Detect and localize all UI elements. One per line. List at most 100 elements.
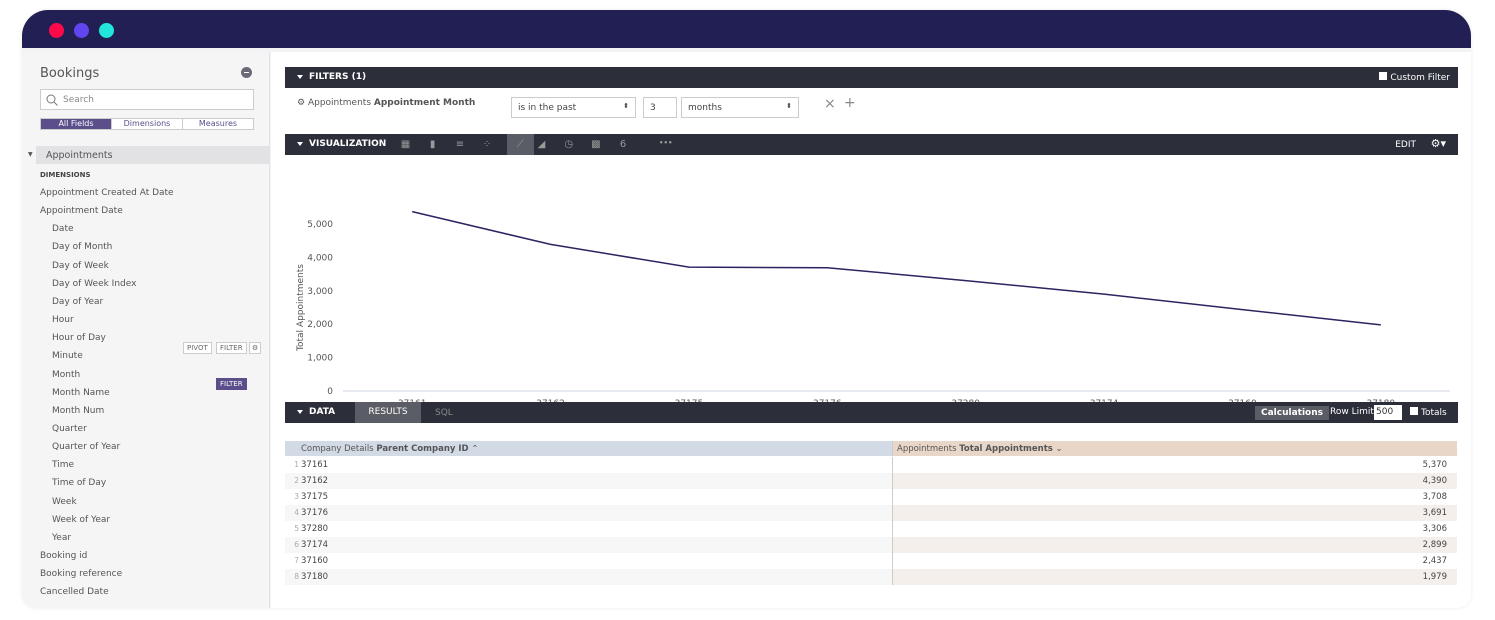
field-item[interactable]: Quarter	[52, 424, 87, 434]
tab-all-fields[interactable]: All Fields	[41, 119, 112, 129]
caret-down-icon	[297, 142, 303, 146]
field-item[interactable]: Day of Year	[52, 297, 103, 307]
active-filter-badge[interactable]: FILTER	[216, 378, 247, 390]
field-item[interactable]: Date	[52, 224, 74, 234]
gear-icon[interactable]: ⚙	[297, 98, 305, 108]
filter-field-name: Appointment Month	[373, 98, 476, 108]
collapse-icon[interactable]	[241, 67, 252, 78]
tab-dimensions[interactable]: Dimensions	[112, 119, 183, 129]
filter-operator-select[interactable]: is in the past ⬍	[511, 97, 636, 118]
search-input[interactable]: Search	[40, 89, 254, 110]
minimize-dot[interactable]	[74, 23, 89, 38]
y-tick-label: 2,000	[307, 320, 333, 330]
field-item[interactable]: Minute	[52, 351, 83, 361]
col-view: Company Details	[301, 444, 374, 454]
custom-filter-label: Custom Filter	[1390, 73, 1450, 83]
y-tick-label: 5,000	[307, 220, 333, 230]
field-item[interactable]: Month	[52, 370, 80, 380]
cell-total-appointments: 2,899	[892, 537, 1457, 553]
table-row: 1 37161 5,370	[285, 457, 1457, 473]
field-item[interactable]: Hour	[52, 315, 74, 325]
add-filter-icon[interactable]: +	[844, 95, 856, 111]
field-item[interactable]: Month Name	[52, 388, 110, 398]
field-picker-sidebar: Bookings Search All Fields Dimensions Me…	[22, 52, 270, 608]
col-name: Parent Company ID	[376, 444, 469, 454]
table-row: 8 37180 1,979	[285, 569, 1457, 585]
cell-parent-company-id: 37180	[301, 572, 329, 582]
field-item[interactable]: Cancelled Date	[40, 587, 109, 597]
field-item[interactable]: Appointment Created At Date	[40, 188, 174, 198]
caret-down-icon	[297, 75, 303, 79]
calculations-button[interactable]: Calculations	[1255, 406, 1329, 420]
view-group-appointments[interactable]: ▼ Appointments	[28, 146, 270, 164]
data-header[interactable]: DATA RESULTS SQL Calculations Row Limit …	[285, 402, 1458, 423]
data-point	[687, 265, 691, 269]
app-window: Bookings Search All Fields Dimensions Me…	[22, 10, 1471, 608]
search-icon	[46, 94, 58, 106]
remove-filter-icon[interactable]: ×	[824, 96, 836, 112]
cell-total-appointments: 2,437	[892, 553, 1457, 569]
tab-sql[interactable]: SQL	[435, 408, 453, 418]
caret-down-icon: ▼	[28, 151, 33, 158]
field-item[interactable]: Month Num	[52, 406, 104, 416]
cell-total-appointments: 3,691	[892, 505, 1457, 521]
cell-total-appointments: 5,370	[892, 457, 1457, 473]
field-item[interactable]: Week of Year	[52, 515, 110, 525]
field-item[interactable]: Day of Month	[52, 242, 112, 252]
col-view: Appointments	[897, 444, 957, 454]
table-row: 7 37160 2,437	[285, 553, 1457, 569]
tab-results[interactable]: RESULTS	[355, 402, 421, 423]
maximize-dot[interactable]	[99, 23, 114, 38]
field-item[interactable]: Day of Week	[52, 261, 109, 271]
table-row: 3 37175 3,708	[285, 489, 1457, 505]
filters-title: FILTERS (1)	[309, 72, 367, 82]
custom-filter-checkbox[interactable]: Custom Filter	[1379, 72, 1450, 83]
y-tick-label: 3,000	[307, 287, 333, 297]
checkbox-icon	[1379, 72, 1388, 80]
column-header-parent-company-id[interactable]: Company Details Parent Company ID ⌃	[285, 441, 892, 456]
data-point	[549, 242, 553, 246]
col-name: Total Appointments	[959, 444, 1053, 454]
filter-value-input[interactable]: 3	[643, 97, 677, 118]
y-axis-title: Total Appointments	[296, 264, 306, 352]
row-limit-input[interactable]: 500	[1374, 405, 1402, 420]
info-gear-icon[interactable]: ⚙	[249, 342, 261, 354]
more-types-icon[interactable]: •••	[659, 139, 672, 147]
cell-total-appointments: 1,979	[892, 569, 1457, 585]
tab-measures[interactable]: Measures	[183, 119, 253, 129]
line-chart: 01,0002,0003,0004,0005,00037161371623717…	[296, 210, 1450, 424]
field-item[interactable]: Day of Week Index	[52, 279, 136, 289]
row-number: 1	[294, 460, 299, 469]
close-dot[interactable]	[49, 23, 64, 38]
cell-parent-company-id: 37175	[301, 492, 329, 502]
search-placeholder: Search	[63, 95, 94, 105]
data-point	[1102, 292, 1106, 296]
cell-parent-company-id: 37280	[301, 524, 329, 534]
filter-unit-select[interactable]: months ⬍	[681, 97, 799, 118]
pivot-button[interactable]: PIVOT	[183, 342, 212, 354]
field-item[interactable]: Week	[52, 497, 77, 507]
data-point	[825, 266, 829, 270]
sort-desc-icon: ⌄	[1055, 444, 1063, 454]
sort-asc-icon: ⌃	[471, 444, 479, 454]
filters-header[interactable]: FILTERS (1) Custom Filter	[285, 67, 1458, 88]
field-item[interactable]: Booking id	[40, 551, 87, 561]
field-item[interactable]: Time of Day	[52, 478, 106, 488]
totals-checkbox[interactable]: Totals	[1410, 407, 1447, 418]
table-row: 4 37176 3,691	[285, 505, 1457, 521]
filter-button[interactable]: FILTER	[216, 342, 247, 354]
field-item[interactable]: Hour of Day	[52, 333, 106, 343]
column-header-total-appointments[interactable]: Appointments Total Appointments ⌄	[892, 441, 1457, 456]
field-item[interactable]: Time	[52, 460, 74, 470]
y-tick-label: 1,000	[307, 354, 333, 364]
row-number: 5	[294, 524, 299, 533]
field-item[interactable]: Year	[52, 533, 71, 543]
row-number: 6	[294, 540, 299, 549]
section-heading: DIMENSIONS	[40, 171, 91, 179]
window-titlebar	[22, 10, 1471, 48]
cell-total-appointments: 3,708	[892, 489, 1457, 505]
field-item[interactable]: Quarter of Year	[52, 442, 120, 452]
field-item[interactable]: Booking reference	[40, 569, 122, 579]
explore-main: FILTERS (1) Custom Filter ⚙ Appointments…	[271, 52, 1471, 608]
field-item[interactable]: Appointment Date	[40, 206, 123, 216]
